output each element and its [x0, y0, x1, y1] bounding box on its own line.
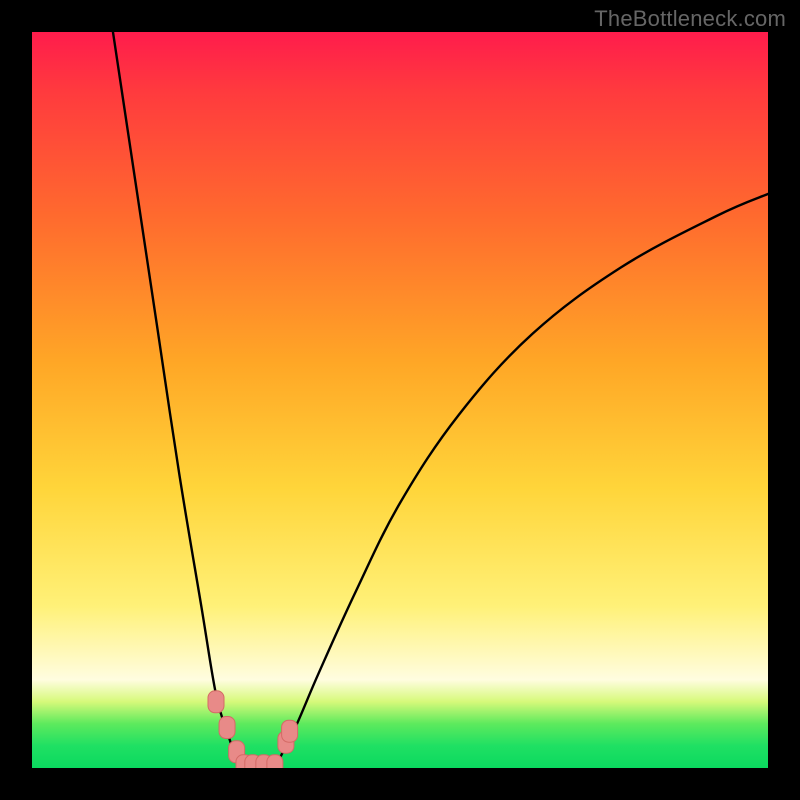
watermark-text: TheBottleneck.com — [594, 6, 786, 32]
left-marker-2 — [219, 717, 235, 739]
curve-layer — [113, 32, 768, 768]
left-marker-1 — [208, 691, 224, 713]
chart-frame: TheBottleneck.com — [0, 0, 800, 800]
plot-area — [32, 32, 768, 768]
curves-svg — [32, 32, 768, 768]
flat-marker-4 — [267, 755, 283, 768]
curve-right-branch — [275, 194, 768, 768]
right-marker-2 — [282, 720, 298, 742]
marker-layer — [208, 691, 298, 768]
curve-left-branch — [113, 32, 244, 768]
